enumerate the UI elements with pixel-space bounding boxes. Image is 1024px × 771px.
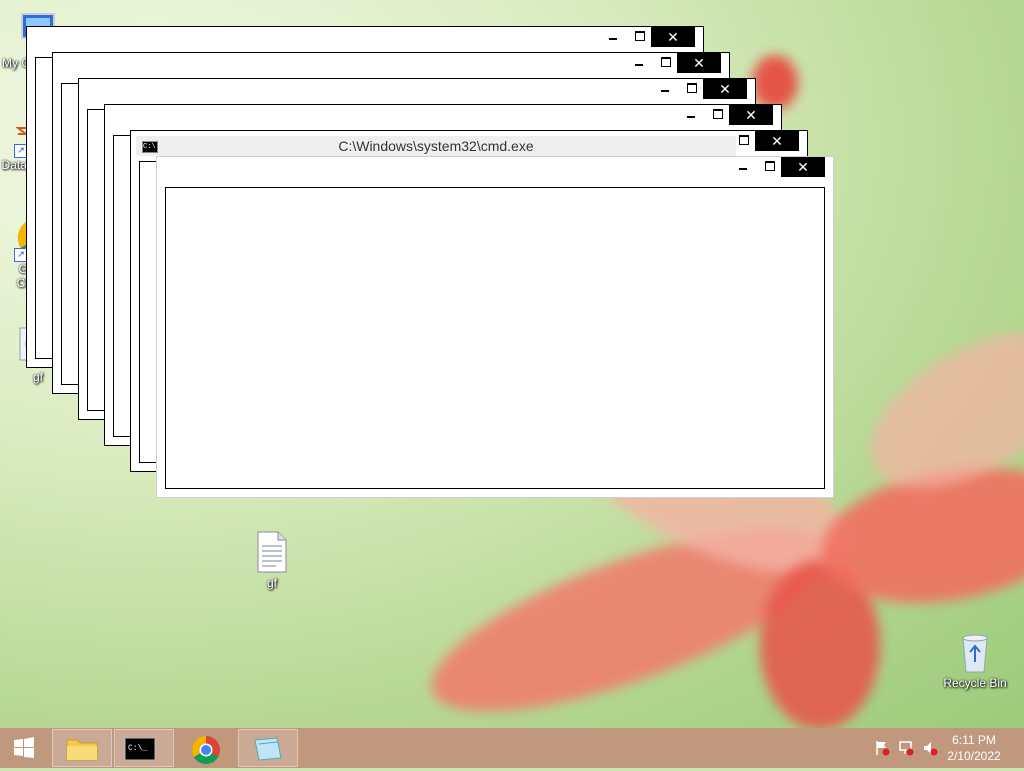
taskbar-google-chrome[interactable]: [176, 729, 236, 767]
chrome-icon: [192, 736, 220, 764]
svg-text:C:\_: C:\_: [128, 744, 147, 753]
close-button[interactable]: ✕: [703, 79, 747, 99]
minimize-button[interactable]: [661, 90, 669, 92]
desktop-icon-recycle-bin[interactable]: Recycle Bin: [937, 630, 1013, 690]
text-file-icon: [250, 530, 294, 574]
desktop-icon-label: gf: [266, 576, 277, 590]
minimize-button[interactable]: [739, 168, 747, 170]
volume-muted-icon[interactable]: [922, 740, 938, 756]
taskbar-file-explorer[interactable]: [52, 729, 112, 767]
minimize-button[interactable]: [635, 64, 643, 66]
action-center-flag-icon[interactable]: [874, 740, 890, 756]
minimize-button[interactable]: [687, 116, 695, 118]
close-button[interactable]: ✕: [755, 131, 799, 151]
minimize-button[interactable]: [609, 38, 617, 40]
close-button[interactable]: ✕: [651, 27, 695, 47]
clock-date: 2/10/2022: [947, 749, 1001, 763]
close-button[interactable]: ✕: [781, 157, 825, 177]
maximize-button[interactable]: [765, 161, 775, 171]
close-button[interactable]: ✕: [677, 53, 721, 73]
system-tray: [870, 728, 950, 768]
maximize-button[interactable]: [635, 31, 645, 41]
network-icon[interactable]: [898, 740, 914, 756]
clock-time: 6:11 PM: [952, 733, 996, 747]
start-button[interactable]: [4, 730, 44, 766]
taskbar-clock[interactable]: 6:11 PM 2/10/2022: [944, 732, 1004, 764]
maximize-button[interactable]: [713, 109, 723, 119]
maximize-button[interactable]: [661, 57, 671, 67]
flower-bud: [752, 55, 798, 110]
window-title-bar[interactable]: [157, 157, 833, 179]
taskbar: C:\_ 6:11 PM 2/10/2022: [0, 728, 1024, 768]
notepad-icon: [254, 737, 282, 761]
command-prompt-icon: C:\_: [124, 737, 156, 761]
cmd-window[interactable]: ✕: [156, 156, 834, 498]
maximize-button[interactable]: [739, 135, 749, 145]
taskbar-command-prompt[interactable]: C:\_: [114, 729, 174, 767]
maximize-button[interactable]: [687, 83, 697, 93]
windows-logo-icon: [14, 737, 34, 758]
window-title: C:\Windows\system32\cmd.exe: [338, 138, 534, 154]
folder-icon: [66, 739, 98, 761]
window-title-bar[interactable]: [53, 53, 729, 75]
desktop-icon-gf-text[interactable]: gf: [234, 530, 310, 590]
taskbar-notepad[interactable]: [238, 729, 298, 767]
close-button[interactable]: ✕: [729, 105, 773, 125]
window-title-bar[interactable]: [79, 79, 755, 101]
window-title-row[interactable]: C:\ C:\Windows\system32\cmd.exe: [136, 136, 736, 156]
window-title-bar[interactable]: [27, 27, 703, 49]
recycle-bin-icon: [953, 630, 997, 674]
console-area[interactable]: [165, 187, 825, 489]
desktop-icon-label: Recycle Bin: [943, 676, 1007, 690]
window-title-bar[interactable]: [105, 105, 781, 127]
